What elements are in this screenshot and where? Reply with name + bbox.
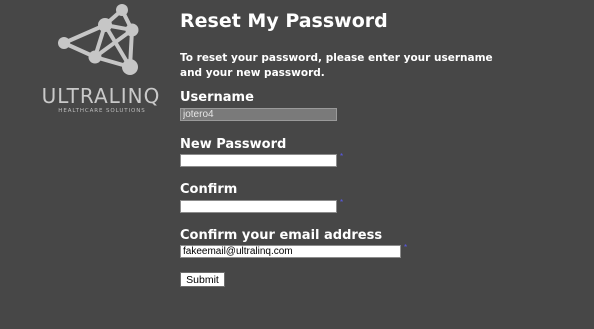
confirm-password-label: Confirm xyxy=(180,182,238,197)
required-marker: * xyxy=(340,152,344,161)
instructions-text: To reset your password, please enter you… xyxy=(180,52,493,79)
brand-tagline: HEALTHCARE SOLUTIONS xyxy=(58,108,146,114)
ultralinq-logo: ULTRALINQ HEALTHCARE SOLUTIONS xyxy=(30,0,170,125)
network-nodes-logo-icon xyxy=(58,4,139,75)
username-field[interactable] xyxy=(180,108,337,121)
confirm-password-field[interactable] xyxy=(180,200,337,213)
new-password-field[interactable] xyxy=(180,154,337,167)
required-marker: * xyxy=(404,243,408,252)
required-marker: * xyxy=(340,198,344,207)
brand-name: ULTRALINQ xyxy=(41,84,161,108)
new-password-label: New Password xyxy=(180,137,287,152)
email-field[interactable] xyxy=(180,245,401,258)
submit-button[interactable]: Submit xyxy=(180,272,225,287)
email-label: Confirm your email address xyxy=(180,228,383,243)
username-label: Username xyxy=(180,90,254,105)
page-title: Reset My Password xyxy=(180,10,388,32)
